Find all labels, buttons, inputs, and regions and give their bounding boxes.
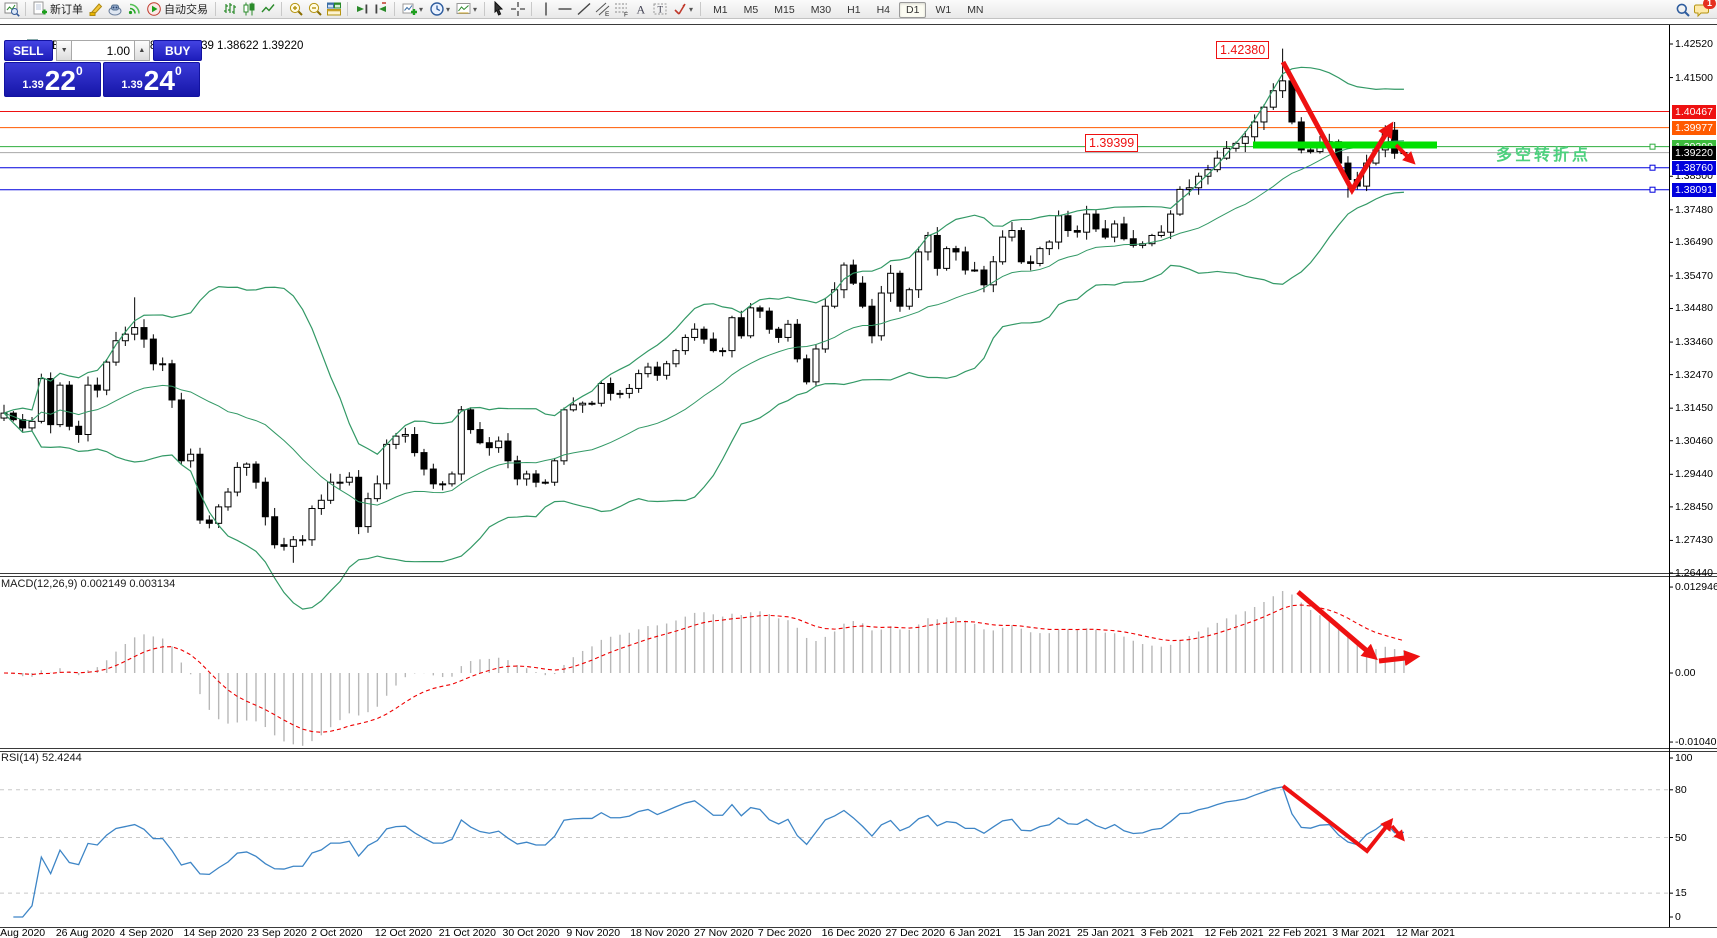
date-tick-21-Oct-2020: 21 Oct 2020	[439, 927, 496, 938]
date-tick-15-Jan-2021: 15 Jan 2021	[1013, 927, 1071, 938]
candles-layer	[1, 49, 1407, 563]
level-handle	[1650, 165, 1655, 170]
macd-layer	[4, 591, 1404, 746]
date-tick-2-Oct-2020: 2 Oct 2020	[311, 927, 362, 938]
date-tick-3-Mar-2021: 3 Mar 2021	[1332, 927, 1385, 938]
horizontal-level-lines	[0, 112, 1669, 190]
one-click-trading-panel: SELL ▼ ▲ BUY 1.39 22 0 1.39 24 0	[4, 40, 202, 97]
price-tick-1.31450: 1.31450	[1675, 402, 1713, 414]
price-tick-1.28450: 1.28450	[1675, 501, 1713, 513]
date-tick-18-Nov-2020: 18 Nov 2020	[630, 927, 690, 938]
sell-price-base: 1.39	[22, 79, 43, 91]
level-handle	[1650, 144, 1655, 149]
pivot-note-text[interactable]: 多空转折点	[1496, 141, 1591, 165]
macd-label: MACD(12,26,9) 0.002149 0.003134	[1, 578, 175, 590]
date-tick-7-Aug-2020: 7 Aug 2020	[0, 927, 45, 938]
date-tick-25-Jan-2021: 25 Jan 2021	[1077, 927, 1135, 938]
buy-price-pips: 24	[144, 68, 175, 94]
rsi-path-arrow	[1283, 786, 1390, 851]
price-badge-1.39977: 1.39977	[1672, 121, 1716, 135]
price-tick-1.33460: 1.33460	[1675, 336, 1713, 348]
price-tick-1.41500: 1.41500	[1675, 72, 1713, 84]
date-tick-3-Feb-2021: 3 Feb 2021	[1141, 927, 1194, 938]
date-tick-23-Sep-2020: 23 Sep 2020	[247, 927, 307, 938]
mt4-terminal: 新订单 自动交易	[0, 0, 1717, 938]
price-badge-1.40467: 1.40467	[1672, 105, 1716, 119]
date-tick-6-Jan-2021: 6 Jan 2021	[949, 927, 1001, 938]
rsi-tick-50: 50	[1675, 832, 1687, 844]
macd-tick--0.010401: -0.010401	[1675, 736, 1717, 748]
date-tick-12-Oct-2020: 12 Oct 2020	[375, 927, 432, 938]
sell-price-point: 0	[76, 64, 83, 78]
price-tick-1.29440: 1.29440	[1675, 468, 1713, 480]
chart-canvas[interactable]	[0, 0, 1717, 938]
date-tick-27-Nov-2020: 27 Nov 2020	[694, 927, 754, 938]
price-tick-1.42520: 1.42520	[1675, 38, 1713, 50]
sell-price-pips: 22	[45, 68, 76, 94]
price-tick-1.27430: 1.27430	[1675, 534, 1713, 546]
sell-price-box[interactable]: 1.39 22 0	[4, 62, 101, 97]
macd-down-arrow	[1298, 592, 1373, 656]
price-badge-1.39220: 1.39220	[1672, 146, 1716, 160]
date-tick-30-Oct-2020: 30 Oct 2020	[503, 927, 560, 938]
date-tick-4-Sep-2020: 4 Sep 2020	[120, 927, 174, 938]
rsi-tick-100: 100	[1675, 752, 1693, 764]
date-tick-12-Mar-2021: 12 Mar 2021	[1396, 927, 1455, 938]
date-tick-12-Feb-2021: 12 Feb 2021	[1205, 927, 1264, 938]
buy-price-box[interactable]: 1.39 24 0	[103, 62, 200, 97]
buy-button[interactable]: BUY	[153, 40, 202, 61]
volume-input[interactable]	[72, 40, 134, 61]
sell-button[interactable]: SELL	[4, 40, 53, 61]
macd-flat-arrow	[1379, 657, 1414, 661]
rsi-label: RSI(14) 52.4244	[1, 752, 82, 764]
volume-increase-button[interactable]: ▲	[134, 40, 150, 61]
buy-price-point: 0	[175, 64, 182, 78]
price-badge-1.38760: 1.38760	[1672, 161, 1716, 175]
support-price-flag[interactable]: 1.39399	[1085, 134, 1138, 152]
price-tick-1.30460: 1.30460	[1675, 435, 1713, 447]
date-tick-14-Sep-2020: 14 Sep 2020	[183, 927, 243, 938]
level-handle	[1650, 187, 1655, 192]
date-tick-7-Dec-2020: 7 Dec 2020	[758, 927, 812, 938]
date-tick-16-Dec-2020: 16 Dec 2020	[822, 927, 882, 938]
price-badge-1.38091: 1.38091	[1672, 183, 1716, 197]
rsi-tick-80: 80	[1675, 784, 1687, 796]
price-tick-1.26440: 1.26440	[1675, 567, 1713, 579]
drawn-annotations	[1253, 62, 1655, 851]
volume-decrease-button[interactable]: ▼	[56, 40, 72, 61]
macd-tick-0.012946: 0.012946	[1675, 581, 1717, 593]
rsi-tick-15: 15	[1675, 887, 1687, 899]
date-tick-26-Aug-2020: 26 Aug 2020	[56, 927, 115, 938]
rsi-tick-0: 0	[1675, 911, 1681, 923]
price-tick-1.37480: 1.37480	[1675, 204, 1713, 216]
buy-price-base: 1.39	[121, 79, 142, 91]
date-tick-9-Nov-2020: 9 Nov 2020	[566, 927, 620, 938]
price-tick-1.34480: 1.34480	[1675, 302, 1713, 314]
price-tick-1.35470: 1.35470	[1675, 270, 1713, 282]
macd-tick-0.00: 0.00	[1675, 667, 1695, 679]
date-tick-22-Feb-2021: 22 Feb 2021	[1268, 927, 1327, 938]
rsi-line	[13, 787, 1404, 917]
price-tick-1.36490: 1.36490	[1675, 236, 1713, 248]
price-tick-1.32470: 1.32470	[1675, 369, 1713, 381]
peak-price-flag[interactable]: 1.42380	[1216, 41, 1269, 59]
date-tick-27-Dec-2020: 27 Dec 2020	[885, 927, 945, 938]
